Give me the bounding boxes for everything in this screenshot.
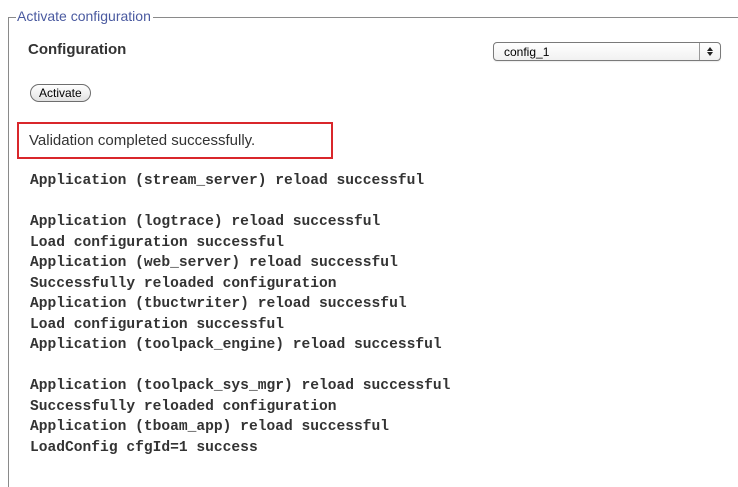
log-line: Successfully reloaded configuration <box>30 398 337 415</box>
log-line: LoadConfig cfgId=1 success <box>30 439 258 456</box>
updown-arrows-icon <box>699 43 720 60</box>
log-line: Application (toolpack_engine) reload suc… <box>30 337 442 353</box>
configuration-select[interactable]: config_1 <box>493 42 721 61</box>
activate-button[interactable]: Activate <box>30 84 91 102</box>
log-line: Load configuration successful <box>30 316 284 333</box>
log-line: Application (stream_server) reload succe… <box>30 173 425 189</box>
configuration-label: Configuration <box>28 41 127 58</box>
validation-message-box: Validation completed successfully. <box>17 122 333 159</box>
log-line: Application (tboam_app) reload successfu… <box>30 419 390 435</box>
activation-log: Application (stream_server) reload succe… <box>30 171 450 458</box>
log-line: Application (tbuctwriter) reload success… <box>30 296 407 312</box>
log-line: Application (web_server) reload successf… <box>30 255 398 271</box>
configuration-select-value: config_1 <box>504 45 550 59</box>
panel-legend: Activate configuration <box>16 7 153 25</box>
log-line: Application (logtrace) reload successful <box>30 214 381 230</box>
log-line: Load configuration successful <box>30 234 284 251</box>
validation-message: Validation completed successfully. <box>29 132 256 149</box>
log-line: Successfully reloaded configuration <box>30 275 337 292</box>
log-line: Application (toolpack_sys_mgr) reload su… <box>30 378 451 394</box>
